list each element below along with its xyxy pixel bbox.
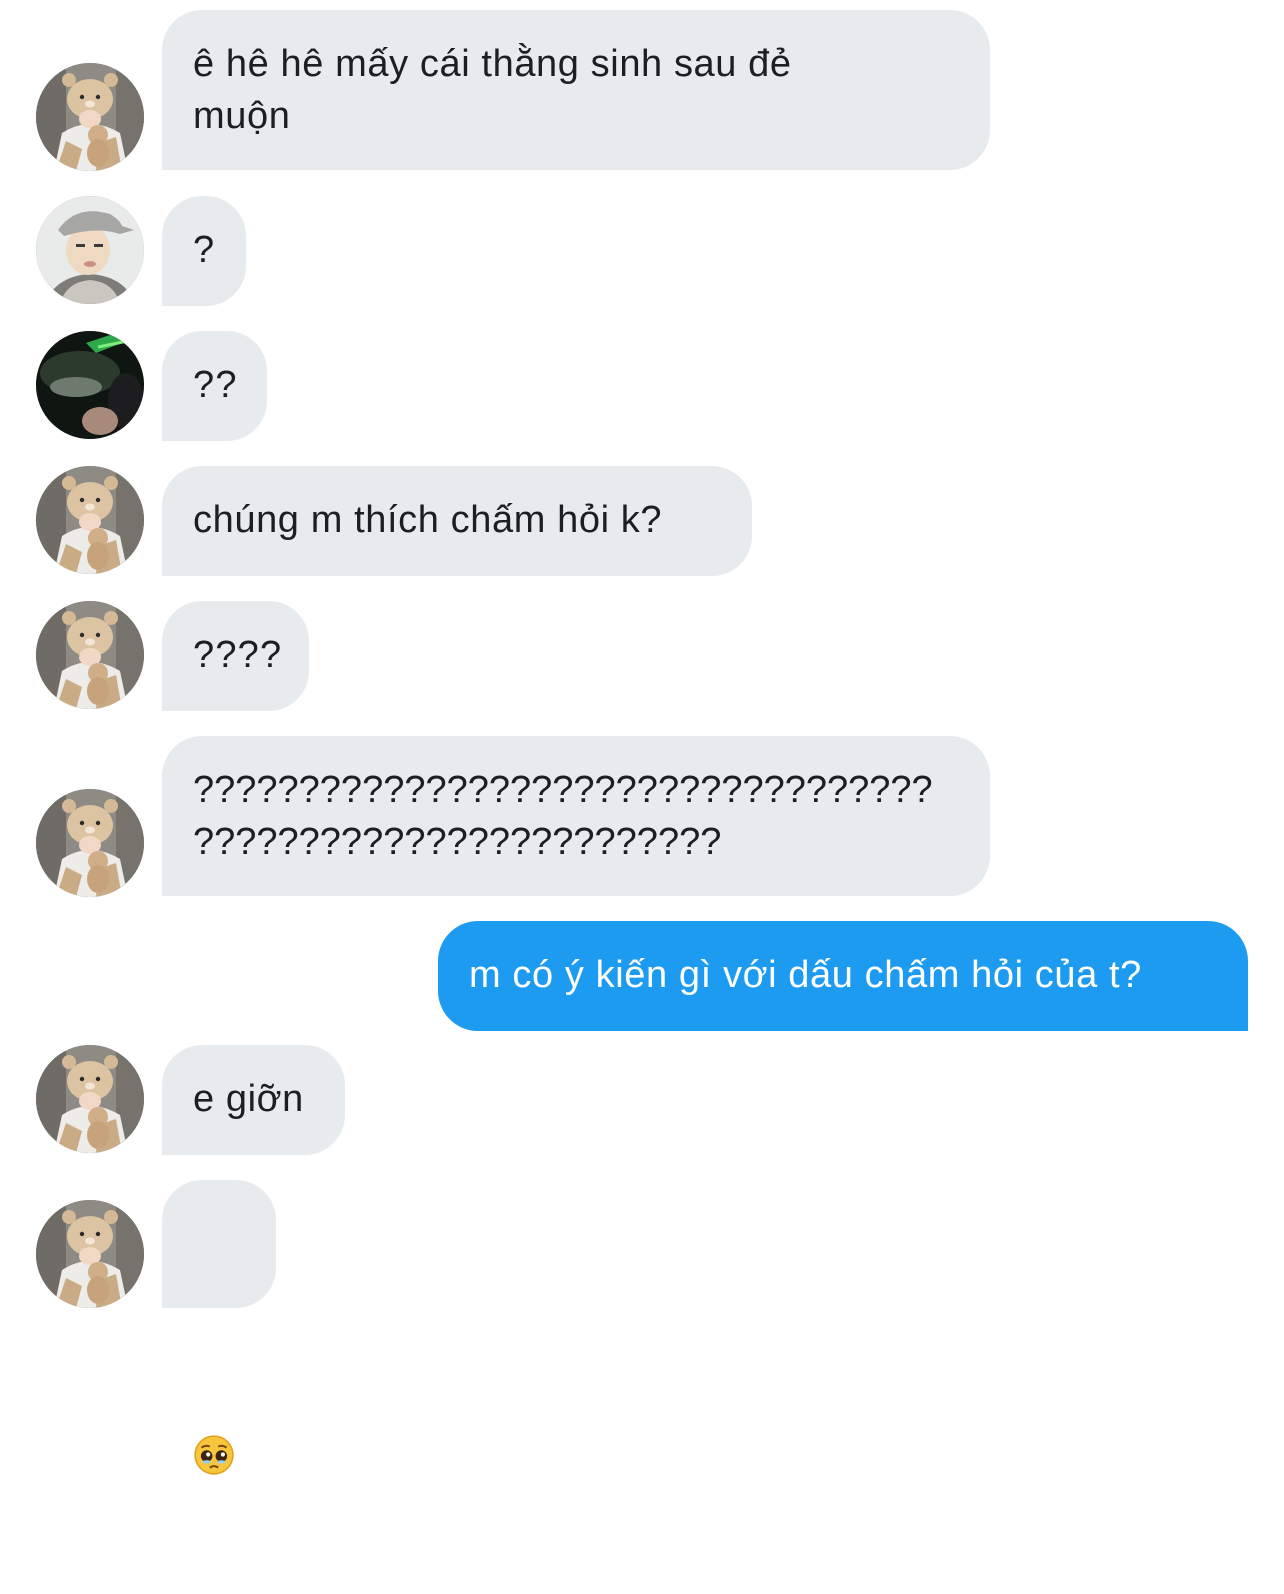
message-row: ???? xyxy=(0,601,1284,711)
bear-hat-avatar[interactable] xyxy=(36,63,144,171)
message-row: ? xyxy=(0,196,1284,306)
message-bubble[interactable]: chúng m thích chấm hỏi k? xyxy=(162,466,752,576)
message-row: ??????????????????????????????????? ????… xyxy=(0,736,1284,897)
bear-hat-avatar[interactable] xyxy=(36,1045,144,1153)
bear-hat-avatar[interactable] xyxy=(36,789,144,897)
message-row: e giỡn xyxy=(0,1045,1284,1155)
dark-green-avatar[interactable] xyxy=(36,331,144,439)
message-row xyxy=(0,1180,1284,1308)
message-bubble[interactable]: ê hê hê mấy cái thằng sinh sau đẻ muộn xyxy=(162,10,990,170)
message-bubble[interactable] xyxy=(162,1180,276,1308)
message-bubble[interactable]: ??????????????????????????????????? ????… xyxy=(162,736,990,896)
message-bubble[interactable]: ???? xyxy=(162,601,309,711)
message-row: ?? xyxy=(0,331,1284,441)
sent-message-bubble[interactable]: m có ý kiến gì với dấu chấm hỏi của t? xyxy=(438,921,1248,1031)
bear-hat-avatar[interactable] xyxy=(36,1200,144,1308)
gray-cap-avatar[interactable] xyxy=(36,196,144,304)
bear-hat-avatar[interactable] xyxy=(36,601,144,709)
message-row: ê hê hê mấy cái thằng sinh sau đẻ muộn xyxy=(0,10,1284,171)
message-row: chúng m thích chấm hỏi k? xyxy=(0,466,1284,576)
message-row: m có ý kiến gì với dấu chấm hỏi của t? xyxy=(0,921,1284,1031)
bear-hat-avatar[interactable] xyxy=(36,466,144,574)
message-bubble[interactable]: e giỡn xyxy=(162,1045,345,1155)
pleading-face-emoji xyxy=(193,1330,246,1542)
message-bubble[interactable]: ?? xyxy=(162,331,267,441)
conversation-thread: ê hê hê mấy cái thằng sinh sau đẻ muộn ?… xyxy=(0,0,1284,1317)
message-bubble[interactable]: ? xyxy=(162,196,246,306)
